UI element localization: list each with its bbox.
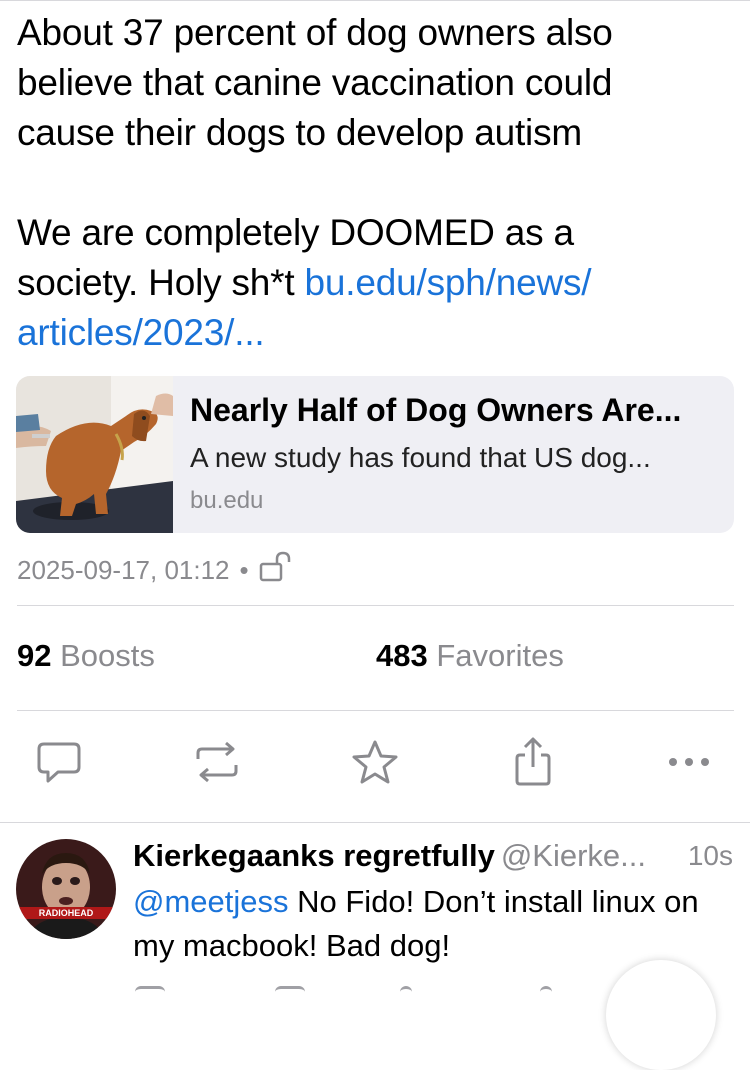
reply-action-peek xyxy=(275,986,305,999)
more-button[interactable] xyxy=(664,737,714,787)
reply-author[interactable]: Kierkegaanks regretfully @Kierke... xyxy=(133,838,646,874)
reply-content: @meetjess No Fido! Don’t install linux o… xyxy=(133,880,733,968)
boosts-stat[interactable]: 92 Boosts xyxy=(17,638,155,674)
avatar-image: RADIOHEAD xyxy=(16,839,116,939)
post-line-text: society. Holy sh*t xyxy=(17,262,305,303)
post-timestamp: 2025-09-17, 01:12 xyxy=(17,555,230,585)
favorites-stat[interactable]: 483 Favorites xyxy=(376,638,564,674)
boost-button[interactable] xyxy=(192,737,242,787)
favorites-label: Favorites xyxy=(436,638,564,673)
boost-icon xyxy=(196,741,238,783)
post-meta: 2025-09-17, 01:12 • xyxy=(17,551,293,590)
card-domain: bu.edu xyxy=(190,487,264,514)
link-preview-card[interactable]: Nearly Half of Dog Owners Are... A new s… xyxy=(16,376,734,533)
avatar[interactable]: RADIOHEAD xyxy=(16,839,116,939)
boosts-count: 92 xyxy=(17,638,52,673)
reply-handle: @Kierke... xyxy=(500,838,647,873)
unlock-icon xyxy=(259,551,293,590)
card-title: Nearly Half of Dog Owners Are... xyxy=(190,392,682,428)
reply-action-peek xyxy=(135,986,165,999)
reply-line: my macbook! Bad dog! xyxy=(133,928,451,963)
divider xyxy=(17,710,734,711)
post-line: articles/2023/... xyxy=(17,308,732,358)
reply-icon xyxy=(37,742,81,783)
share-button[interactable] xyxy=(508,737,558,787)
reply-line: @meetjess No Fido! Don’t install linux o… xyxy=(133,880,733,924)
post-line: We are completely DOOMED as a xyxy=(17,212,574,253)
post-line: society. Holy sh*t bu.edu/sph/news/ xyxy=(17,258,732,308)
thread-divider xyxy=(0,822,750,823)
meta-separator: • xyxy=(239,555,249,585)
compose-button[interactable] xyxy=(606,960,716,1070)
reply-button[interactable] xyxy=(34,737,84,787)
reply-action-peek xyxy=(400,986,412,999)
article-link[interactable]: bu.edu/sph/news/ xyxy=(305,262,592,303)
card-description: A new study has found that US dog... xyxy=(190,442,651,473)
post-content: About 37 percent of dog owners also beli… xyxy=(17,8,732,358)
favorites-count: 483 xyxy=(376,638,428,673)
divider xyxy=(17,605,734,606)
boosts-label: Boosts xyxy=(60,638,155,673)
reply-time: 10s xyxy=(687,840,733,871)
post-line: About 37 percent of dog owners also xyxy=(17,12,613,53)
share-icon xyxy=(515,737,551,786)
top-divider xyxy=(0,0,750,1)
post-line: cause their dogs to develop autism xyxy=(17,112,582,153)
more-icon xyxy=(669,758,709,766)
post-line: believe that canine vaccination could xyxy=(17,62,613,103)
reply-mention[interactable]: @meetjess xyxy=(133,884,289,919)
reply-display-name: Kierkegaanks regretfully xyxy=(133,838,495,873)
reply-text: No Fido! Don’t install linux on xyxy=(288,884,699,919)
reply-action-peek xyxy=(540,986,552,999)
article-link-continued[interactable]: articles/2023/... xyxy=(17,312,265,353)
favorite-icon xyxy=(352,740,398,784)
favorite-button[interactable] xyxy=(350,737,400,787)
dog-thumbnail-image xyxy=(16,376,173,533)
avatar-badge: RADIOHEAD xyxy=(39,908,94,918)
